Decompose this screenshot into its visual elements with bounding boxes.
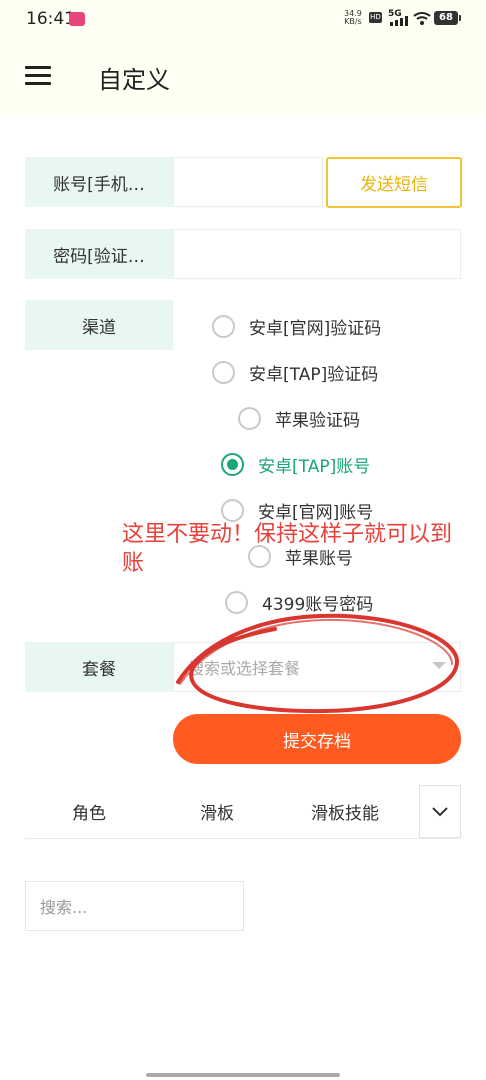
- channel-option-label: 安卓[TAP]验证码: [249, 364, 379, 385]
- account-label: 账号[手机…: [25, 157, 173, 207]
- search-placeholder: 搜索...: [40, 898, 88, 917]
- channel-option-android-tap-code[interactable]: 安卓[TAP]验证码: [212, 357, 378, 387]
- annotation-text: 这里不要动！保持这样子就可以到账: [122, 522, 453, 576]
- channel-option-label: 安卓[官网]账号: [258, 502, 374, 523]
- status-bar: 16:41 34.9 KB/s HD 5G 68: [0, 0, 486, 38]
- send-sms-button[interactable]: 发送短信: [326, 157, 462, 208]
- account-input[interactable]: [173, 157, 323, 207]
- radio-circle-icon: [238, 406, 261, 430]
- password-label: 密码[验证…: [25, 229, 173, 279]
- channel-option-android-tap-account[interactable]: 安卓[TAP]账号: [221, 449, 370, 479]
- package-select[interactable]: 搜索或选择套餐: [173, 642, 461, 692]
- password-input[interactable]: [173, 229, 461, 279]
- hd-icon: HD: [369, 12, 382, 23]
- channel-option-label: 安卓[官网]验证码: [249, 318, 382, 339]
- channel-label: 渠道: [25, 300, 173, 350]
- channel-option-apple-code[interactable]: 苹果验证码: [238, 403, 360, 433]
- notification-app-icon: [69, 12, 85, 26]
- tab-skateboard[interactable]: 滑板: [153, 786, 281, 836]
- chevron-down-icon: [432, 806, 448, 816]
- network-speed: 34.9 KB/s: [344, 10, 362, 26]
- tabs-more-button[interactable]: [419, 785, 461, 838]
- signal-icon: [390, 16, 408, 26]
- channel-option-label: 安卓[TAP]账号: [258, 456, 371, 477]
- home-indicator[interactable]: [146, 1073, 340, 1077]
- radio-circle-icon: [225, 590, 248, 614]
- channel-option-android-official-code[interactable]: 安卓[官网]验证码: [212, 311, 381, 341]
- radio-circle-icon: [212, 360, 235, 384]
- wifi-icon: [413, 12, 431, 25]
- app-bar: 自定义: [0, 38, 486, 116]
- radio-checked-icon: [221, 452, 244, 476]
- radio-circle-icon: [212, 314, 235, 338]
- network-speed-unit: KB/s: [344, 17, 362, 26]
- channel-option-label: 苹果验证码: [275, 410, 360, 431]
- search-input[interactable]: 搜索...: [25, 881, 244, 931]
- package-label: 套餐: [25, 642, 173, 692]
- status-time: 16:41: [26, 9, 75, 29]
- tab-role[interactable]: 角色: [25, 786, 153, 836]
- submit-save-button[interactable]: 提交存档: [173, 714, 461, 764]
- radio-circle-icon: [221, 498, 244, 522]
- package-placeholder: 搜索或选择套餐: [188, 659, 301, 678]
- channel-option-label: 4399账号密码: [262, 594, 374, 615]
- channel-option-4399-account[interactable]: 4399账号密码: [225, 587, 373, 617]
- page-title: 自定义: [98, 66, 170, 94]
- dropdown-caret-icon[interactable]: [432, 662, 446, 669]
- battery-indicator: 68: [434, 11, 461, 25]
- tab-bar: 角色 滑板 滑板技能: [25, 786, 461, 839]
- tab-skateboard-skill[interactable]: 滑板技能: [281, 786, 409, 836]
- menu-icon[interactable]: [25, 66, 51, 86]
